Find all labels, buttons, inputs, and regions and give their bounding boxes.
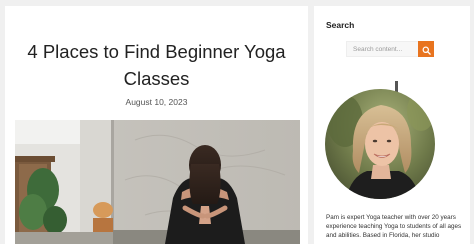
post-title[interactable]: 4 Places to Find Beginner Yoga Classes <box>15 38 298 92</box>
search-input[interactable] <box>346 41 426 57</box>
post-card: 4 Places to Find Beginner Yoga Classes A… <box>5 6 308 244</box>
author-avatar <box>325 81 435 199</box>
author-bio: Pam is expert Yoga teacher with over 20 … <box>326 214 462 239</box>
search-widget-title: Search <box>326 20 355 30</box>
search-button[interactable] <box>418 41 434 57</box>
featured-image[interactable] <box>15 120 300 244</box>
post-date: August 10, 2023 <box>125 97 188 107</box>
search-icon <box>422 46 431 55</box>
sidebar: Search Search content... Pam is expert Y… <box>314 6 470 244</box>
